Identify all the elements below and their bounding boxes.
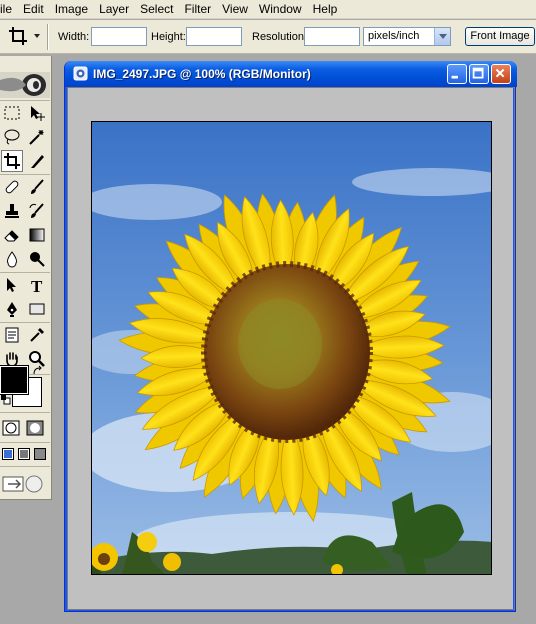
foreground-color-swatch[interactable]	[0, 365, 29, 395]
toolbox: T	[0, 56, 52, 500]
shape-tool[interactable]	[26, 298, 48, 320]
front-image-button[interactable]: Front Image	[465, 27, 535, 46]
pen-nib-icon	[7, 302, 17, 317]
marquee-icon	[4, 106, 20, 120]
close-icon	[495, 68, 505, 78]
history-brush-tool[interactable]	[26, 200, 48, 222]
clone-stamp-tool[interactable]	[1, 200, 23, 222]
menu-edit[interactable]: Edit	[17, 0, 49, 19]
resolution-label: Resolution:	[252, 31, 308, 43]
magic-wand-tool[interactable]	[26, 126, 48, 148]
maximize-button[interactable]	[469, 64, 489, 84]
gradient-tool[interactable]	[26, 224, 48, 246]
crop-tool[interactable]	[1, 150, 23, 172]
slice-tool[interactable]	[26, 150, 48, 172]
history-brush-icon	[29, 203, 44, 218]
standard-mode-button[interactable]	[0, 417, 22, 439]
menu-view[interactable]: View	[216, 0, 253, 19]
move-icon	[31, 106, 45, 121]
notes-tool[interactable]	[1, 324, 23, 346]
toolbox-separator	[0, 174, 50, 175]
rectangle-shape-icon	[29, 303, 45, 315]
options-bar: Width: Height: Resolution: pixels/inch F…	[0, 20, 536, 54]
image-canvas[interactable]	[91, 121, 492, 575]
options-separator	[47, 24, 49, 50]
type-tool[interactable]: T	[26, 274, 48, 296]
blur-tool[interactable]	[1, 248, 23, 270]
photoshop-eye-logo-icon[interactable]	[0, 70, 50, 100]
width-field[interactable]	[91, 27, 147, 46]
eraser-icon	[4, 230, 19, 242]
maximize-icon	[472, 67, 484, 79]
chevron-down-icon[interactable]	[434, 28, 450, 45]
menu-file[interactable]: ile	[0, 0, 17, 19]
eraser-tool[interactable]	[1, 224, 23, 246]
photoshop-document-icon	[73, 66, 88, 81]
toolbox-separator	[0, 412, 50, 413]
pen-tool[interactable]	[1, 298, 23, 320]
menu-window[interactable]: Window	[253, 0, 307, 19]
minimize-button[interactable]	[447, 64, 467, 84]
dodge-tool[interactable]	[26, 248, 48, 270]
blur-drop-icon	[7, 251, 17, 268]
toolbox-separator	[0, 442, 50, 443]
document-title-bar[interactable]: IMG_2497.JPG @ 100% (RGB/Monitor)	[65, 61, 517, 87]
full-screen-menu-mode-icon[interactable]	[18, 448, 30, 460]
resolution-field[interactable]	[304, 27, 360, 46]
healing-brush-icon	[5, 180, 19, 194]
eyedropper-tool[interactable]	[26, 324, 48, 346]
height-label: Height:	[151, 31, 186, 43]
move-tool[interactable]	[26, 102, 48, 124]
default-colors-icon[interactable]	[1, 395, 11, 405]
toolbox-separator	[0, 322, 50, 323]
marquee-tool[interactable]	[1, 102, 23, 124]
type-icon: T	[31, 277, 43, 294]
crop-icon	[4, 153, 20, 169]
menu-filter[interactable]: Filter	[178, 0, 216, 19]
path-selection-tool[interactable]	[1, 274, 23, 296]
toolbox-separator	[0, 466, 50, 467]
toolbox-separator	[0, 272, 50, 273]
minimize-icon	[451, 75, 458, 79]
brush-tool[interactable]	[26, 176, 48, 198]
svg-text:T: T	[31, 277, 43, 294]
sunflower-photo	[92, 122, 491, 574]
width-label: Width:	[58, 31, 90, 43]
toolbox-separator	[0, 100, 50, 101]
document-window: IMG_2497.JPG @ 100% (RGB/Monitor)	[64, 61, 517, 612]
lasso-tool[interactable]	[1, 126, 23, 148]
resolution-units-value: pixels/inch	[368, 30, 420, 42]
height-field[interactable]	[186, 27, 242, 46]
menu-help[interactable]: Help	[307, 0, 343, 19]
notes-icon	[5, 327, 19, 343]
lasso-icon	[4, 129, 20, 145]
close-button[interactable]	[491, 64, 511, 84]
healing-brush-tool[interactable]	[1, 176, 23, 198]
full-screen-mode-icon[interactable]	[34, 448, 46, 460]
jump-to-imageready-icon[interactable]	[2, 473, 46, 493]
slice-knife-icon	[31, 155, 44, 168]
tool-preset-dropdown-icon[interactable]	[34, 34, 40, 38]
menu-bar: ile Edit Image Layer Select Filter View …	[0, 0, 536, 19]
clone-stamp-icon	[5, 204, 19, 218]
standard-screen-mode-icon[interactable]	[2, 448, 14, 460]
quick-mask-mode-button[interactable]	[24, 417, 46, 439]
menu-layer[interactable]: Layer	[93, 0, 134, 19]
path-select-arrow-icon	[7, 278, 16, 292]
document-title: IMG_2497.JPG @ 100% (RGB/Monitor)	[93, 67, 311, 81]
dodge-icon	[30, 252, 45, 267]
resolution-units-select[interactable]: pixels/inch	[363, 27, 451, 46]
gradient-icon	[29, 228, 45, 242]
magic-wand-icon	[29, 130, 44, 145]
standard-mode-icon	[2, 420, 20, 436]
quick-mask-icon	[26, 420, 44, 436]
brush-icon	[31, 179, 44, 194]
swap-colors-icon[interactable]	[32, 365, 44, 377]
menu-select[interactable]: Select	[134, 0, 178, 19]
eyedropper-icon	[30, 328, 44, 342]
menu-image[interactable]: Image	[49, 0, 93, 19]
crop-tool-icon[interactable]	[8, 26, 28, 46]
